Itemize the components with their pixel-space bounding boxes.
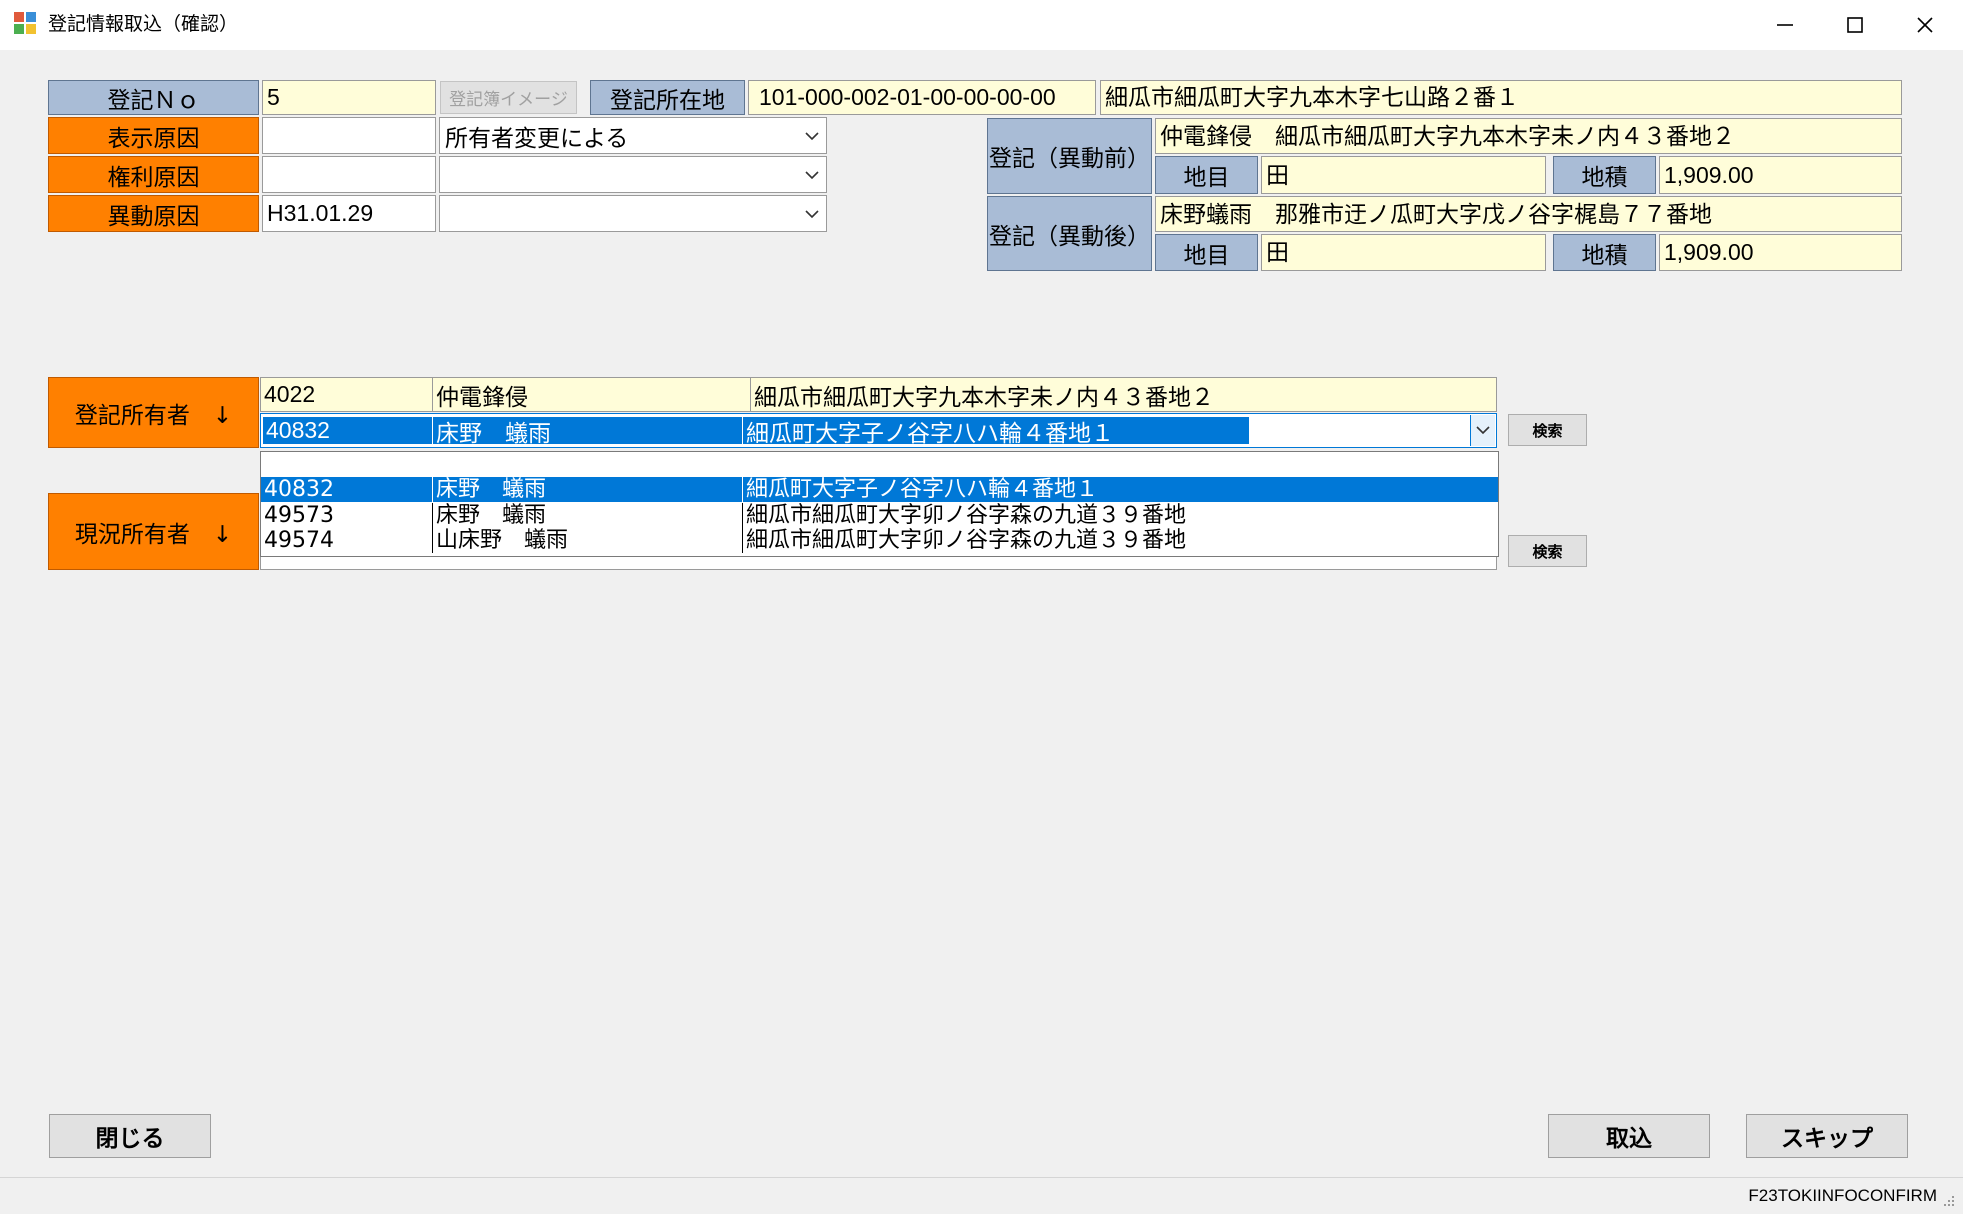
registry-no-field[interactable]: 5 <box>262 80 436 115</box>
list-item-address: 細瓜町大字子ノ谷字八ハ輪４番地１ <box>746 477 1099 502</box>
list-item-code: 40832 <box>261 477 433 502</box>
app-icon <box>14 12 38 36</box>
location-code-field[interactable]: 101-000-002-01-00-00-00-00 <box>748 80 1096 115</box>
combo-address: 細瓜町大字子ノ谷字八ハ輪４番地１ <box>746 419 1114 445</box>
registry-image-button[interactable]: 登記簿イメージ <box>440 81 577 114</box>
skip-button[interactable]: スキップ <box>1746 1114 1908 1158</box>
registered-owner-label: 登記所有者 ↓ <box>48 377 259 448</box>
registered-owner-code: 4022 <box>261 378 433 411</box>
window-title: 登記情報取込（確認） <box>48 13 239 35</box>
after-land-category-label: 地目 <box>1155 234 1258 271</box>
after-land-area-field[interactable]: 1,909.00 <box>1659 234 1902 271</box>
minimize-button[interactable] <box>1750 0 1820 50</box>
rights-cause-label: 権利原因 <box>48 156 259 193</box>
list-item-address: 細瓜市細瓜町大字卯ノ谷字森の九道３９番地 <box>746 528 1187 553</box>
chevron-down-icon <box>805 209 819 218</box>
owner-dropdown-list[interactable]: 40832 床野 蟻雨 細瓜町大字子ノ谷字八ハ輪４番地１ 49573 床野 蟻雨… <box>260 451 1499 557</box>
status-bar <box>0 1177 1963 1214</box>
registered-owner-address: 細瓜市細瓜町大字九本木字未ノ内４３番地２ <box>754 383 1214 410</box>
list-item[interactable]: 49574 山床野 蟻雨 細瓜市細瓜町大字卯ノ谷字森の九道３９番地 <box>261 528 1498 553</box>
change-cause-combo[interactable] <box>439 195 827 232</box>
before-land-category-label: 地目 <box>1155 156 1258 194</box>
form-id-label: F23TOKIINFOCONFIRM <box>1748 1186 1937 1205</box>
list-item-code: 49573 <box>261 503 433 528</box>
display-cause-combo-value: 所有者変更による <box>445 125 629 152</box>
import-button[interactable]: 取込 <box>1548 1114 1710 1158</box>
registered-owner-name: 仲電鋒侵 <box>433 378 751 411</box>
chevron-down-icon <box>1476 426 1490 435</box>
display-cause-combo[interactable]: 所有者変更による <box>439 117 827 154</box>
list-item-address: 細瓜市細瓜町大字卯ノ谷字森の九道３９番地 <box>746 503 1187 528</box>
registered-owner-row[interactable]: 4022 仲電鋒侵 細瓜市細瓜町大字九本木字未ノ内４３番地２ <box>260 377 1497 412</box>
close-icon <box>1917 17 1933 33</box>
registered-owner-combo[interactable]: 40832 床野 蟻雨 細瓜町大字子ノ谷字八ハ輪４番地１ <box>260 413 1497 448</box>
close-button[interactable]: 閉じる <box>49 1114 211 1158</box>
current-owner-label: 現況所有者 ↓ <box>48 493 259 570</box>
minimize-icon <box>1777 24 1793 26</box>
chevron-down-icon <box>805 170 819 179</box>
before-land-area-field[interactable]: 1,909.00 <box>1659 156 1902 194</box>
registered-owner-search-button[interactable]: 検索 <box>1508 414 1587 446</box>
maximize-button[interactable] <box>1820 0 1890 50</box>
list-item[interactable]: 40832 床野 蟻雨 細瓜町大字子ノ谷字八ハ輪４番地１ <box>261 477 1498 502</box>
registered-owner-combo-dropdown-button[interactable] <box>1470 415 1495 446</box>
registry-no-label: 登記Ｎｏ <box>48 80 259 115</box>
list-item-code: 49574 <box>261 528 433 553</box>
close-window-button[interactable] <box>1890 0 1960 50</box>
combo-code: 40832 <box>263 417 433 444</box>
list-item-name: 床野 蟻雨 <box>433 503 743 528</box>
before-land-category-field[interactable]: 田 <box>1261 156 1546 194</box>
change-cause-date-field[interactable]: H31.01.29 <box>262 195 436 232</box>
display-cause-code-field[interactable] <box>262 117 436 154</box>
before-label: 登記（異動前） <box>987 118 1152 194</box>
before-owner-field[interactable]: 仲電鋒侵 細瓜市細瓜町大字九本木字未ノ内４３番地２ <box>1155 118 1902 154</box>
current-owner-search-button[interactable]: 検索 <box>1508 535 1587 567</box>
list-item-name: 床野 蟻雨 <box>433 477 743 502</box>
chevron-down-icon <box>805 131 819 140</box>
maximize-icon <box>1847 17 1863 33</box>
rights-cause-code-field[interactable] <box>262 156 436 193</box>
location-label: 登記所在地 <box>590 80 745 115</box>
before-land-area-label: 地積 <box>1553 156 1656 194</box>
location-address-field[interactable]: 細瓜市細瓜町大字九本木字七山路２番１ <box>1100 80 1902 115</box>
combo-name: 床野 蟻雨 <box>433 417 743 444</box>
title-bar[interactable] <box>0 0 1963 50</box>
list-item-name: 山床野 蟻雨 <box>433 528 743 553</box>
registered-owner-combo-selection: 40832 床野 蟻雨 細瓜町大字子ノ谷字八ハ輪４番地１ <box>263 417 1249 444</box>
change-cause-label: 異動原因 <box>48 195 259 232</box>
after-land-area-label: 地積 <box>1553 234 1656 271</box>
display-cause-label: 表示原因 <box>48 117 259 154</box>
rights-cause-combo[interactable] <box>439 156 827 193</box>
after-owner-field[interactable]: 床野蟻雨 那雅市迂ノ瓜町大字戊ノ谷字梶島７７番地 <box>1155 196 1902 232</box>
after-land-category-field[interactable]: 田 <box>1261 234 1546 271</box>
list-item[interactable]: 49573 床野 蟻雨 細瓜市細瓜町大字卯ノ谷字森の九道３９番地 <box>261 503 1498 528</box>
after-label: 登記（異動後） <box>987 196 1152 271</box>
resize-grip-icon[interactable] <box>1942 1194 1956 1208</box>
